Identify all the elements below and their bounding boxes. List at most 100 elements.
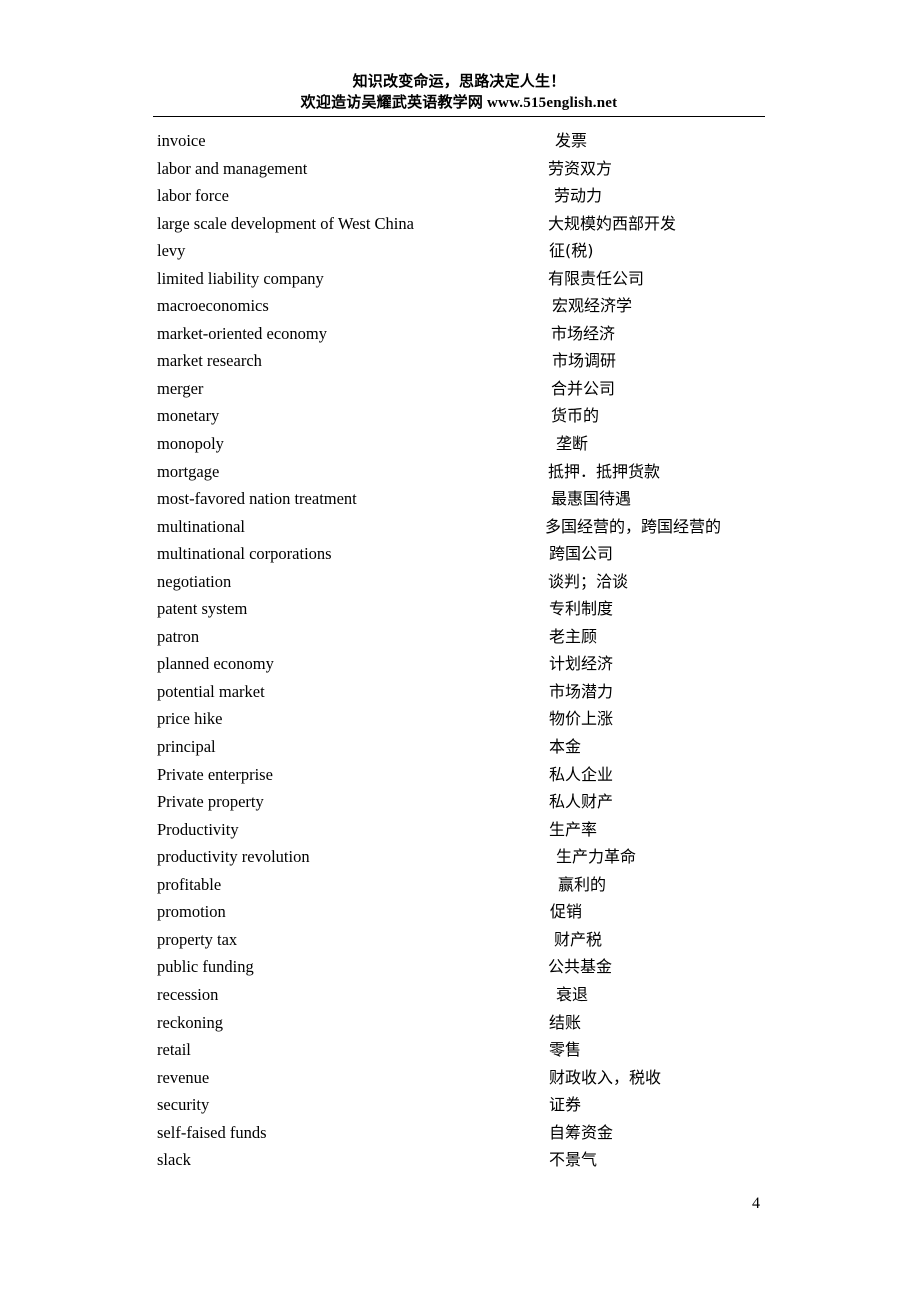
vocabulary-term: revenue bbox=[157, 1067, 210, 1087]
vocabulary-gloss: 货币的 bbox=[551, 406, 600, 426]
vocabulary-gloss: 宏观经济学 bbox=[552, 296, 633, 316]
vocabulary-gloss: 物价上涨 bbox=[549, 709, 614, 729]
vocabulary-row: market research 市场调研 bbox=[0, 350, 920, 378]
vocabulary-gloss: 专利制度 bbox=[549, 599, 614, 619]
vocabulary-row: large scale development of West China 大规模… bbox=[0, 213, 920, 241]
vocabulary-gloss: 合并公司 bbox=[551, 378, 616, 398]
vocabulary-row: self-faised funds 自筹资金 bbox=[0, 1122, 920, 1150]
vocabulary-gloss: 财政收入，税收 bbox=[549, 1067, 662, 1087]
vocabulary-row: limited liability company 有限责任公司 bbox=[0, 268, 920, 296]
vocabulary-term: Private enterprise bbox=[157, 764, 273, 784]
vocabulary-term: multinational corporations bbox=[157, 544, 332, 564]
vocabulary-gloss: 计划经济 bbox=[549, 654, 614, 674]
vocabulary-row: patent system 专利制度 bbox=[0, 598, 920, 626]
vocabulary-gloss: 劳动力 bbox=[554, 186, 603, 206]
vocabulary-row: patron 老主顾 bbox=[0, 626, 920, 654]
vocabulary-term: promotion bbox=[157, 902, 226, 922]
vocabulary-term: large scale development of West China bbox=[157, 213, 414, 233]
vocabulary-gloss: 大规模妁西部开发 bbox=[548, 213, 677, 233]
vocabulary-term: market research bbox=[157, 351, 262, 371]
vocabulary-row: potential market 市场潜力 bbox=[0, 681, 920, 709]
vocabulary-gloss: 最惠国待遇 bbox=[551, 489, 632, 509]
vocabulary-term: planned economy bbox=[157, 654, 274, 674]
vocabulary-row: security 证券 bbox=[0, 1094, 920, 1122]
page-number: 4 bbox=[752, 1195, 760, 1212]
page-header: 知识改变命运，思路决定人生！ 欢迎造访吴耀武英语教学网 www.515engli… bbox=[153, 72, 765, 114]
vocabulary-gloss: 有限责任公司 bbox=[548, 268, 645, 288]
vocabulary-term: retail bbox=[157, 1040, 191, 1060]
vocabulary-row: most-favored nation treatment 最惠国待遇 bbox=[0, 488, 920, 516]
document-page: 知识改变命运，思路决定人生！ 欢迎造访吴耀武英语教学网 www.515engli… bbox=[0, 0, 920, 1300]
vocabulary-term: limited liability company bbox=[157, 268, 324, 288]
vocabulary-gloss: 不景气 bbox=[549, 1150, 598, 1170]
vocabulary-row: planned economy 计划经济 bbox=[0, 653, 920, 681]
vocabulary-term: most-favored nation treatment bbox=[157, 489, 357, 509]
vocabulary-term: monetary bbox=[157, 406, 220, 426]
vocabulary-row: monopoly 垄断 bbox=[0, 433, 920, 461]
vocabulary-term: potential market bbox=[157, 681, 265, 701]
vocabulary-row: market-oriented economy 市场经济 bbox=[0, 323, 920, 351]
vocabulary-term: patron bbox=[157, 626, 200, 646]
vocabulary-row: price hike 物价上涨 bbox=[0, 708, 920, 736]
vocabulary-gloss: 证券 bbox=[549, 1095, 582, 1115]
vocabulary-term: levy bbox=[157, 241, 186, 261]
vocabulary-row: multinational corporations 跨国公司 bbox=[0, 543, 920, 571]
vocabulary-row: labor and management 劳资双方 bbox=[0, 158, 920, 186]
vocabulary-gloss: 劳资双方 bbox=[548, 158, 613, 178]
vocabulary-gloss: 私人财产 bbox=[549, 792, 614, 812]
vocabulary-row: slack 不景气 bbox=[0, 1149, 920, 1177]
vocabulary-term: property tax bbox=[157, 929, 238, 949]
vocabulary-row: merger 合并公司 bbox=[0, 378, 920, 406]
vocabulary-row: mortgage 抵押．抵押货款 bbox=[0, 461, 920, 489]
vocabulary-row: public funding 公共基金 bbox=[0, 956, 920, 984]
vocabulary-list: invoice 发票 labor and management 劳资双方 labor f… bbox=[0, 130, 920, 1177]
vocabulary-gloss: 零售 bbox=[549, 1040, 582, 1060]
vocabulary-term: patent system bbox=[157, 599, 248, 619]
vocabulary-gloss: 老主顾 bbox=[549, 626, 598, 646]
vocabulary-gloss: 市场潜力 bbox=[549, 681, 614, 701]
vocabulary-row: labor force 劳动力 bbox=[0, 185, 920, 213]
vocabulary-gloss: 垄断 bbox=[556, 434, 589, 454]
vocabulary-term: labor and management bbox=[157, 158, 308, 178]
vocabulary-gloss: 生产力革命 bbox=[556, 847, 637, 867]
vocabulary-term: profitable bbox=[157, 874, 222, 894]
vocabulary-row: revenue 财政收入，税收 bbox=[0, 1067, 920, 1095]
vocabulary-term: public funding bbox=[157, 957, 254, 977]
vocabulary-gloss: 生产率 bbox=[549, 819, 598, 839]
vocabulary-row: principal 本金 bbox=[0, 736, 920, 764]
vocabulary-gloss: 跨国公司 bbox=[549, 544, 614, 564]
vocabulary-row: multinational 多国经营的，跨国经营的 bbox=[0, 516, 920, 544]
vocabulary-term: slack bbox=[157, 1150, 191, 1170]
vocabulary-gloss: 促销 bbox=[550, 902, 583, 922]
vocabulary-gloss: 赢利的 bbox=[558, 874, 607, 894]
vocabulary-term: macroeconomics bbox=[157, 296, 269, 316]
vocabulary-gloss: 抵押．抵押货款 bbox=[548, 461, 661, 481]
header-divider bbox=[153, 116, 765, 117]
vocabulary-row: macroeconomics 宏观经济学 bbox=[0, 295, 920, 323]
vocabulary-gloss: 结账 bbox=[549, 1012, 582, 1032]
vocabulary-term: multinational bbox=[157, 516, 245, 536]
vocabulary-gloss: 本金 bbox=[549, 737, 582, 757]
vocabulary-term: mortgage bbox=[157, 461, 220, 481]
header-slogan: 知识改变命运，思路决定人生！ bbox=[352, 74, 566, 90]
vocabulary-term: principal bbox=[157, 737, 216, 757]
vocabulary-term: Private property bbox=[157, 792, 264, 812]
vocabulary-term: Productivity bbox=[157, 819, 239, 839]
vocabulary-term: recession bbox=[157, 984, 219, 1004]
vocabulary-row: retail 零售 bbox=[0, 1039, 920, 1067]
vocabulary-term: invoice bbox=[157, 131, 206, 150]
vocabulary-row: reckoning 结账 bbox=[0, 1012, 920, 1040]
vocabulary-term: productivity revolution bbox=[157, 847, 310, 867]
vocabulary-row: recession 衰退 bbox=[0, 984, 920, 1012]
vocabulary-gloss: 谈判；洽谈 bbox=[548, 571, 629, 591]
vocabulary-term: security bbox=[157, 1095, 210, 1115]
vocabulary-row: invoice 发票 bbox=[0, 130, 920, 158]
vocabulary-row: Private enterprise 私人企业 bbox=[0, 764, 920, 792]
vocabulary-term: monopoly bbox=[157, 434, 224, 454]
vocabulary-term: market-oriented economy bbox=[157, 323, 327, 343]
vocabulary-row: levy 征(税) bbox=[0, 240, 920, 268]
vocabulary-row: profitable 赢利的 bbox=[0, 874, 920, 902]
vocabulary-row: productivity revolution 生产力革命 bbox=[0, 846, 920, 874]
vocabulary-term: labor force bbox=[157, 186, 229, 206]
vocabulary-gloss: 自筹资金 bbox=[549, 1122, 614, 1142]
